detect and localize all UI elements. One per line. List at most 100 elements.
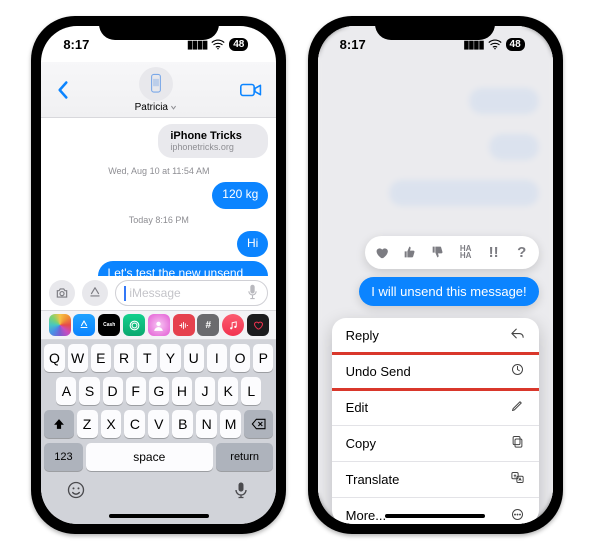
hashtag-app-icon[interactable]: # [197, 314, 219, 336]
message-input[interactable]: iMessage [115, 280, 268, 306]
tapback-thumbsdown-icon[interactable] [429, 244, 447, 260]
menu-item-edit[interactable]: Edit [332, 390, 539, 426]
key-w[interactable]: W [68, 344, 88, 372]
applecash-app-icon[interactable]: Cash [98, 314, 120, 336]
status-time: 8:17 [340, 37, 366, 52]
input-placeholder: iMessage [129, 286, 180, 300]
key-d[interactable]: D [103, 377, 123, 405]
messages-area[interactable]: iPhone Tricks iphonetricks.org Wed, Aug … [41, 118, 276, 276]
key-a[interactable]: A [56, 377, 76, 405]
notch [99, 16, 219, 40]
key-g[interactable]: G [149, 377, 169, 405]
keyboard: Q W E R T Y U I O P A S D F G H J K L [41, 340, 276, 524]
key-u[interactable]: U [184, 344, 204, 372]
context-menu: Reply Undo Send Edit Copy Transla [332, 318, 539, 525]
edit-icon [510, 398, 525, 416]
key-b[interactable]: B [172, 410, 193, 438]
key-p[interactable]: P [253, 344, 273, 372]
undo-icon [510, 362, 525, 380]
tapback-haha-icon[interactable]: HA HA [457, 245, 475, 259]
key-c[interactable]: C [124, 410, 145, 438]
key-y[interactable]: Y [160, 344, 180, 372]
tapback-thumbsup-icon[interactable] [401, 244, 419, 260]
key-j[interactable]: J [195, 377, 215, 405]
menu-item-reply[interactable]: Reply [332, 318, 539, 354]
menu-item-translate[interactable]: Translate [332, 462, 539, 498]
key-n[interactable]: N [196, 410, 217, 438]
key-q[interactable]: Q [44, 344, 64, 372]
timestamp: Today 8:16 PM [49, 215, 268, 225]
key-f[interactable]: F [126, 377, 146, 405]
key-k[interactable]: K [218, 377, 238, 405]
menu-item-copy[interactable]: Copy [332, 426, 539, 462]
photos-app-icon[interactable] [49, 314, 71, 336]
memoji-app-icon[interactable] [148, 314, 170, 336]
menu-item-undo-send[interactable]: Undo Send [332, 354, 539, 390]
appstore-button[interactable] [82, 280, 108, 306]
notch [375, 16, 495, 40]
menu-item-more[interactable]: More... [332, 498, 539, 525]
key-return[interactable]: return [216, 443, 273, 471]
avatar [139, 67, 173, 101]
menu-label: More... [346, 508, 386, 523]
dictate-button[interactable] [246, 284, 259, 303]
digitaltouch-app-icon[interactable] [247, 314, 269, 336]
key-v[interactable]: V [148, 410, 169, 438]
music-app-icon[interactable] [222, 314, 244, 336]
key-space[interactable]: space [86, 443, 213, 471]
contact-button[interactable]: Patricia [135, 67, 177, 113]
back-button[interactable] [55, 80, 71, 100]
menu-label: Translate [346, 472, 400, 487]
key-123[interactable]: 123 [44, 443, 82, 471]
facetime-button[interactable] [240, 82, 262, 98]
app-strip[interactable]: Cash # [41, 310, 276, 340]
screen-left: 8:17 ▮▮▮▮ 48 Patricia [41, 26, 276, 524]
key-z[interactable]: Z [77, 410, 98, 438]
message-bubble[interactable]: Hi [237, 231, 268, 258]
tapback-bar: HA HA !! ? [365, 236, 539, 269]
compose-bar: iMessage [41, 276, 276, 310]
key-backspace[interactable] [244, 410, 273, 438]
key-shift[interactable] [44, 410, 73, 438]
key-l[interactable]: L [241, 377, 261, 405]
tapback-heart-icon[interactable] [373, 244, 391, 261]
home-indicator[interactable] [385, 514, 485, 518]
more-icon [510, 507, 525, 525]
tapback-exclaim-icon[interactable]: !! [485, 244, 503, 261]
key-row: 123 space return [44, 443, 273, 471]
key-o[interactable]: O [230, 344, 250, 372]
key-r[interactable]: R [114, 344, 134, 372]
fitness-app-icon[interactable] [123, 314, 145, 336]
key-s[interactable]: S [79, 377, 99, 405]
message-bubble[interactable]: 120 kg [212, 182, 268, 209]
menu-label: Copy [346, 436, 376, 451]
screen-right: 8:17 ▮▮▮▮ 48 HA HA [318, 26, 553, 524]
key-h[interactable]: H [172, 377, 192, 405]
key-x[interactable]: X [101, 410, 122, 438]
menu-label: Undo Send [346, 364, 411, 379]
reply-icon [510, 326, 525, 344]
audio-app-icon[interactable] [173, 314, 195, 336]
link-preview[interactable]: iPhone Tricks iphonetricks.org [158, 124, 268, 158]
battery-badge: 48 [229, 38, 248, 51]
key-row: Q W E R T Y U I O P [44, 344, 273, 372]
key-m[interactable]: M [220, 410, 241, 438]
dictate-button[interactable] [231, 480, 251, 505]
status-time: 8:17 [63, 37, 89, 52]
tapback-question-icon[interactable]: ? [513, 244, 531, 261]
appstore-app-icon[interactable] [73, 314, 95, 336]
message-bubble[interactable]: Let's test the new unsend message featur… [98, 261, 269, 276]
key-i[interactable]: I [207, 344, 227, 372]
selected-message-bubble[interactable]: I will unsend this message! [359, 277, 538, 306]
contact-name: Patricia [135, 102, 177, 113]
key-row: Z X C V B N M [44, 410, 273, 438]
key-t[interactable]: T [137, 344, 157, 372]
link-title: iPhone Tricks [170, 130, 256, 142]
wifi-icon [488, 37, 502, 51]
menu-label: Reply [346, 328, 379, 343]
key-e[interactable]: E [91, 344, 111, 372]
camera-button[interactable] [49, 280, 75, 306]
copy-icon [510, 434, 525, 452]
emoji-button[interactable] [66, 480, 86, 505]
home-indicator[interactable] [109, 514, 209, 518]
